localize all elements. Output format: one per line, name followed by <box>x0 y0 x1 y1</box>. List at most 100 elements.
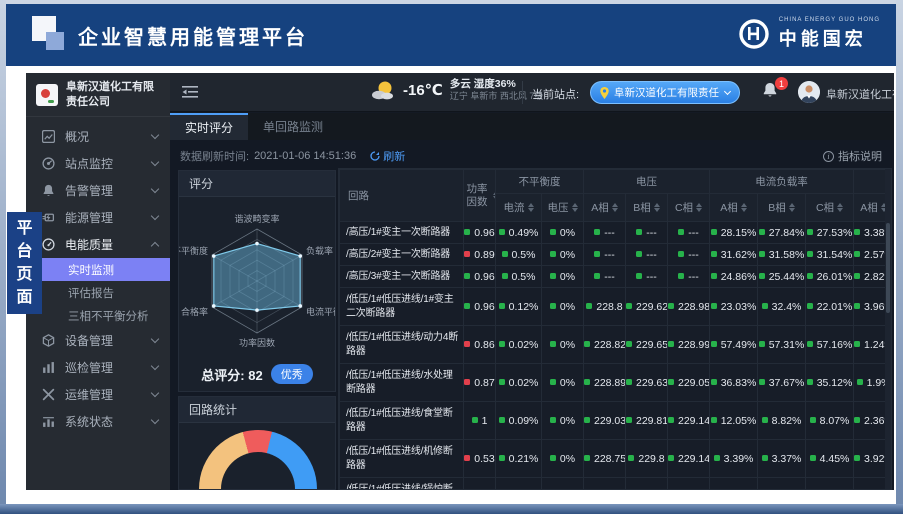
sidebar-subitem[interactable]: 评估报告 <box>26 281 170 304</box>
notifications-button[interactable]: 1 <box>762 82 782 104</box>
status-dot-icon <box>807 379 813 385</box>
sidebar-item[interactable]: 站点监控 <box>26 150 170 177</box>
metric-cell: 229.03 <box>584 402 626 440</box>
sort-icon[interactable] <box>789 203 795 212</box>
status-dot-icon <box>854 229 860 235</box>
metric-cell: 0% <box>542 266 584 288</box>
sidebar-item[interactable]: 运维管理 <box>26 381 170 408</box>
col-power-factor[interactable]: 功率因数 <box>464 170 496 222</box>
table-scrollbar[interactable] <box>885 169 891 490</box>
circuit-name: /低压/1#低压进线/1#变主二次断路器 <box>340 288 464 326</box>
status-dot-icon <box>584 417 590 423</box>
metric-cell: 3.37% <box>758 440 806 478</box>
sidebar-item[interactable]: 系统状态 <box>26 408 170 435</box>
notification-badge: 1 <box>775 77 788 90</box>
chevron-down-icon <box>151 212 159 220</box>
status-dot-icon <box>854 251 860 257</box>
sort-icon[interactable] <box>696 203 702 212</box>
status-dot-icon <box>550 379 556 385</box>
sort-icon[interactable] <box>528 203 534 212</box>
table-row: /高压/3#变主一次断路器0.960.5%0%---------24.86%25… <box>340 266 893 288</box>
user-avatar[interactable] <box>798 81 820 103</box>
metric-cell: 228.82 <box>584 326 626 364</box>
status-dot-icon <box>499 341 505 347</box>
status-dot-icon <box>759 229 765 235</box>
sort-icon[interactable] <box>612 203 618 212</box>
metric-cell: 0.02% <box>496 364 542 402</box>
status-dot-icon <box>499 303 505 309</box>
circuit-donut-chart <box>199 430 317 490</box>
status-dot-icon <box>626 417 632 423</box>
metric-cell: 12.05% <box>710 402 758 440</box>
col-sub[interactable]: 电压 <box>542 194 584 222</box>
metric-cell: 21.65% <box>710 478 758 491</box>
metric-cell: 57.16% <box>806 326 854 364</box>
sidebar-subitem[interactable]: 三相不平衡分析 <box>26 304 170 327</box>
metric-cell: 228.98 <box>668 288 710 326</box>
circuit-name: /低压/1#低压进线/机修断路器 <box>340 440 464 478</box>
metric-cell: 229.81 <box>626 402 668 440</box>
status-dot-icon <box>636 251 642 257</box>
status-dot-icon <box>678 229 684 235</box>
metric-cell: 0% <box>542 244 584 266</box>
metric-cell: 229.63 <box>626 364 668 402</box>
sidebar-item[interactable]: 告警管理 <box>26 177 170 204</box>
ops-icon <box>41 388 55 402</box>
status-dot-icon <box>759 251 765 257</box>
station-selector[interactable]: 阜新汉道化工有限责任公司 <box>590 81 740 104</box>
tab-realtime-score[interactable]: 实时评分 <box>170 113 248 140</box>
system-icon <box>41 415 55 429</box>
frame-top <box>6 0 896 4</box>
status-dot-icon <box>464 303 470 309</box>
status-dot-icon <box>759 273 765 279</box>
sidebar-item[interactable]: 概况 <box>26 123 170 150</box>
status-dot-icon <box>807 251 813 257</box>
status-dot-icon <box>759 379 765 385</box>
topbar: -16℃ 多云 湿度36% 辽宁 阜新市 西北风 7级 当前站点: 阜新汉道化工… <box>170 73 894 112</box>
metric-cell: 0% <box>542 222 584 244</box>
col-sub[interactable]: A相 <box>710 194 758 222</box>
sidebar-collapse-icon[interactable] <box>182 85 199 99</box>
refresh-button[interactable]: 刷新 <box>370 148 405 164</box>
tab-single-circuit[interactable]: 单回路监测 <box>248 113 338 140</box>
col-sub[interactable]: C相 <box>668 194 710 222</box>
content-area: 数据刷新时间: 2021-01-06 14:51:36 刷新 i 指标说明 评分… <box>170 140 894 490</box>
metric-cell: 24.86% <box>710 266 758 288</box>
status-dot-icon <box>711 379 717 385</box>
col-sub[interactable]: A相 <box>584 194 626 222</box>
col-sub[interactable]: 电流 <box>496 194 542 222</box>
metric-cell: 229.83 <box>626 478 668 491</box>
status-dot-icon <box>502 251 508 257</box>
sidebar-subitem[interactable]: 实时监测 <box>26 258 170 281</box>
sidebar-item[interactable]: 能源管理 <box>26 204 170 231</box>
top-banner: 企业智慧用能管理平台 CHINA ENERGY GUO HONG 中能国宏 <box>6 4 896 66</box>
sort-icon[interactable] <box>741 203 747 212</box>
weather-widget: -16℃ 多云 湿度36% 辽宁 阜新市 西北风 7级 <box>370 78 543 102</box>
col-sub[interactable]: B相 <box>758 194 806 222</box>
status-dot-icon <box>464 341 470 347</box>
sort-icon[interactable] <box>654 203 660 212</box>
sidebar-item[interactable]: 电能质量 <box>26 231 170 258</box>
svg-text:不平衡度: 不平衡度 <box>179 245 208 256</box>
status-dot-icon <box>711 417 717 423</box>
status-dot-icon <box>711 273 717 279</box>
indicator-help-link[interactable]: i 指标说明 <box>823 148 882 164</box>
score-rating-badge: 优秀 <box>271 364 313 384</box>
sidebar-item[interactable]: 巡检管理 <box>26 354 170 381</box>
table-row: /低压/1#低压进线/锅炉断路器0.870.06%0%228.81229.832… <box>340 478 893 491</box>
overview-icon <box>41 130 55 144</box>
sort-icon[interactable] <box>572 203 578 212</box>
status-dot-icon <box>626 341 632 347</box>
chevron-down-icon <box>724 88 731 95</box>
refresh-time: 2021-01-06 14:51:36 <box>254 150 356 162</box>
status-dot-icon <box>668 303 674 309</box>
status-dot-icon <box>711 303 717 309</box>
col-sub[interactable]: B相 <box>626 194 668 222</box>
table-row: /低压/1#低压进线/1#变主二次断路器0.960.12%0%228.8229.… <box>340 288 893 326</box>
status-dot-icon <box>714 455 720 461</box>
metric-cell: 4.45% <box>806 440 854 478</box>
sidebar-item[interactable]: 设备管理 <box>26 327 170 354</box>
col-group: 电压 <box>584 170 710 194</box>
sort-icon[interactable] <box>837 203 843 212</box>
col-sub[interactable]: C相 <box>806 194 854 222</box>
